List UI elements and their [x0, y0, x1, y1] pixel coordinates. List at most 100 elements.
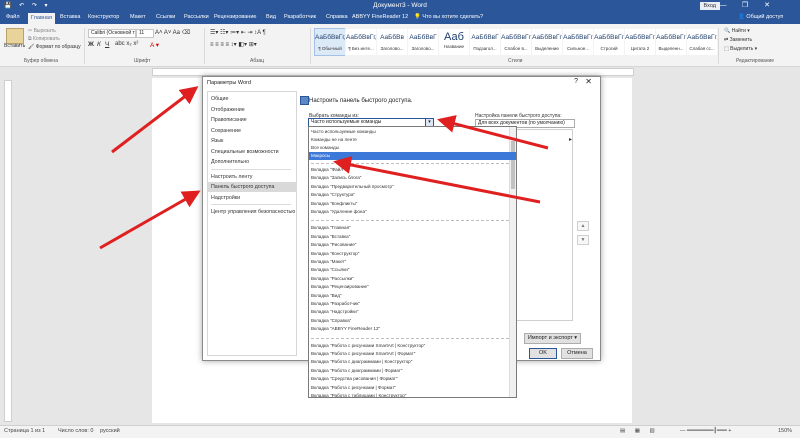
style-item[interactable]: АаБбВвГг Выделенн...	[655, 28, 687, 56]
style-item[interactable]: АаБбВвГг, ¶ Без инте...	[345, 28, 377, 56]
share-button[interactable]: 👤 Общий доступ	[738, 14, 783, 20]
style-item[interactable]: АаБбВвГг Слабое в...	[500, 28, 532, 56]
style-item[interactable]: Ааб Название	[438, 28, 470, 56]
paste-icon[interactable]	[6, 28, 24, 44]
cut-button[interactable]: ✂ Вырезать	[28, 28, 56, 34]
nav-item[interactable]: Дополнительно	[208, 157, 297, 167]
dropdown-option[interactable]: Вкладка "Запись блога"	[309, 174, 516, 182]
underline-button[interactable]: Ч	[105, 41, 109, 48]
nav-item[interactable]: Язык	[208, 136, 297, 146]
dropdown-option[interactable]: Вкладка "Рассылки"	[309, 275, 516, 283]
alignment-buttons[interactable]: ≡ ≡ ≡ ≡ ↕▾ ◧▾ ⊞▾	[210, 41, 257, 48]
tab-file[interactable]: Файл	[6, 14, 20, 20]
close-window-button[interactable]: ✕	[756, 0, 778, 12]
tab-view[interactable]: Вид	[266, 14, 276, 20]
style-item[interactable]: АаБбВвГ Заголово...	[407, 28, 439, 56]
move-down-button[interactable]: ▼	[577, 235, 589, 245]
dropdown-option[interactable]: Все команды	[309, 144, 516, 152]
nav-item[interactable]: Надстройки	[208, 193, 297, 203]
tab-insert[interactable]: Вставка	[60, 14, 80, 20]
italic-button[interactable]: К	[97, 41, 101, 48]
dropdown-option[interactable]: Вкладка "Рецензирование"	[309, 283, 516, 291]
dropdown-option[interactable]: Вкладка "Рисование"	[309, 241, 516, 249]
dropdown-option[interactable]: Вкладка "Макет"	[309, 258, 516, 266]
tab-review[interactable]: Рецензирование	[214, 14, 256, 20]
style-item[interactable]: АаБбВвГг, ¶ Обычный	[314, 28, 346, 56]
nav-item[interactable]: Специальные возможности	[208, 147, 297, 157]
font-color-button[interactable]: A ▾	[150, 41, 159, 49]
style-item[interactable]: АаБбВвГг Строгий	[593, 28, 625, 56]
tab-developer[interactable]: Разработчик	[284, 14, 316, 20]
paste-button[interactable]: Вставить	[4, 43, 25, 49]
dropdown-option[interactable]: Вкладка "ABBYY FineReader 12"	[309, 325, 516, 333]
style-item[interactable]: АаБбВвГг Слабая сс...	[686, 28, 718, 56]
tab-design[interactable]: Конструктор	[88, 14, 119, 20]
style-item[interactable]: АаБбВвГ Подзагол...	[469, 28, 501, 56]
zoom-level[interactable]: 150%	[778, 428, 792, 434]
page-count[interactable]: Страница 1 из 1	[4, 428, 45, 434]
nav-item[interactable]: Настроить ленту	[208, 172, 297, 182]
dialog-close-button[interactable]: ✕	[585, 77, 592, 86]
tell-me-search[interactable]: 💡 Что вы хотите сделать?	[414, 14, 483, 20]
language-indicator[interactable]: русский	[100, 428, 120, 434]
nav-item[interactable]: Правописание	[208, 115, 297, 125]
dropdown-option[interactable]: Вкладка "Файл"	[309, 166, 516, 174]
find-button[interactable]: 🔍 Найти ▾	[724, 28, 750, 34]
dropdown-option[interactable]: Вкладка "Разработчик"	[309, 300, 516, 308]
dropdown-option[interactable]: Часто используемые команды	[309, 128, 516, 136]
vertical-ruler[interactable]	[4, 80, 12, 422]
dropdown-option[interactable]: Вкладка "Конфликты"	[309, 200, 516, 208]
style-item[interactable]: АаБбВвГг Выделение	[531, 28, 563, 56]
minimize-button[interactable]: —	[712, 0, 734, 12]
move-up-button[interactable]: ▲	[577, 221, 589, 231]
nav-item[interactable]: Сохранение	[208, 126, 297, 136]
view-buttons[interactable]: ▤ ▦ ▥	[620, 428, 659, 434]
strikethrough-button[interactable]: abc x₂ x²	[115, 41, 138, 47]
tab-layout[interactable]: Макет	[130, 14, 146, 20]
dropdown-option[interactable]: Вкладка "Справка"	[309, 317, 516, 325]
dropdown-option[interactable]: Вкладка "Средства рисования | Формат"	[309, 375, 516, 383]
font-size-combo[interactable]: 11	[136, 29, 154, 38]
horizontal-ruler[interactable]	[152, 68, 634, 76]
expand-arrow-icon[interactable]: ▸	[569, 136, 572, 143]
dropdown-option[interactable]: Вкладка "Предварительный просмотр"	[309, 183, 516, 191]
dropdown-option[interactable]: Вкладка "Вид"	[309, 292, 516, 300]
ok-button[interactable]: OK	[529, 348, 557, 359]
tab-mailings[interactable]: Рассылки	[184, 14, 209, 20]
nav-item[interactable]: Панель быстрого доступа	[208, 182, 297, 192]
list-buttons[interactable]: ☰▾ ☷▾ ≔▾ ⇤ ⇥ ↕A ¶	[210, 29, 266, 36]
style-item[interactable]: АаБбВв Заголово...	[376, 28, 408, 56]
grow-font-button[interactable]: A˄ A˅ Aa ⌫	[155, 29, 190, 36]
chevron-down-icon[interactable]: ▾	[425, 119, 433, 126]
dropdown-option[interactable]: Макросы	[309, 152, 516, 160]
tab-home[interactable]: Главная	[28, 13, 55, 24]
tab-references[interactable]: Ссылки	[156, 14, 175, 20]
nav-item[interactable]: Отображение	[208, 105, 297, 115]
tab-abbyy[interactable]: ABBYY FineReader 12	[352, 14, 408, 20]
style-item[interactable]: АаБбВвГг Цитата 2	[624, 28, 656, 56]
dropdown-option[interactable]: Вкладка "Работа с таблицами | Конструкто…	[309, 392, 516, 397]
replace-button[interactable]: ⇄ Заменить	[724, 37, 752, 43]
bold-button[interactable]: Ж	[88, 41, 94, 48]
nav-item[interactable]: Общие	[208, 94, 297, 104]
select-button[interactable]: ⬚ Выделить ▾	[724, 46, 757, 52]
style-item[interactable]: АаБбВвГг Сильное...	[562, 28, 594, 56]
dropdown-option[interactable]: Вкладка "Работа с рисунками SmartArt | Ф…	[309, 350, 516, 358]
dropdown-option[interactable]: Вкладка "Ссылки"	[309, 266, 516, 274]
dropdown-option[interactable]: Вкладка "Работа с диаграммами | Конструк…	[309, 358, 516, 366]
import-export-button[interactable]: Импорт и экспорт ▾	[524, 333, 581, 344]
dropdown-option[interactable]: Вкладка "Структура"	[309, 191, 516, 199]
dropdown-option[interactable]: Вкладка "Удаление фона"	[309, 208, 516, 216]
format-painter-button[interactable]: 🖌 Формат по образцу	[28, 44, 81, 50]
help-button[interactable]: ?	[574, 78, 578, 85]
dropdown-option[interactable]: Вкладка "Работа с рисунками | Формат"	[309, 384, 516, 392]
tab-help[interactable]: Справка	[326, 14, 348, 20]
cancel-button[interactable]: Отмена	[561, 348, 593, 359]
dropdown-option[interactable]: Вкладка "Главная"	[309, 224, 516, 232]
dropdown-option[interactable]: Вкладка "Работа с рисунками SmartArt | К…	[309, 342, 516, 350]
font-name-combo[interactable]: Calibri (Основной т	[88, 29, 136, 38]
dropdown-option[interactable]: Команды не на ленте	[309, 136, 516, 144]
dropdown-option[interactable]: Вкладка "Работа с диаграммами | Формат"	[309, 367, 516, 375]
restore-button[interactable]: ❐	[734, 0, 756, 12]
nav-item[interactable]: Центр управления безопасностью	[208, 207, 297, 217]
